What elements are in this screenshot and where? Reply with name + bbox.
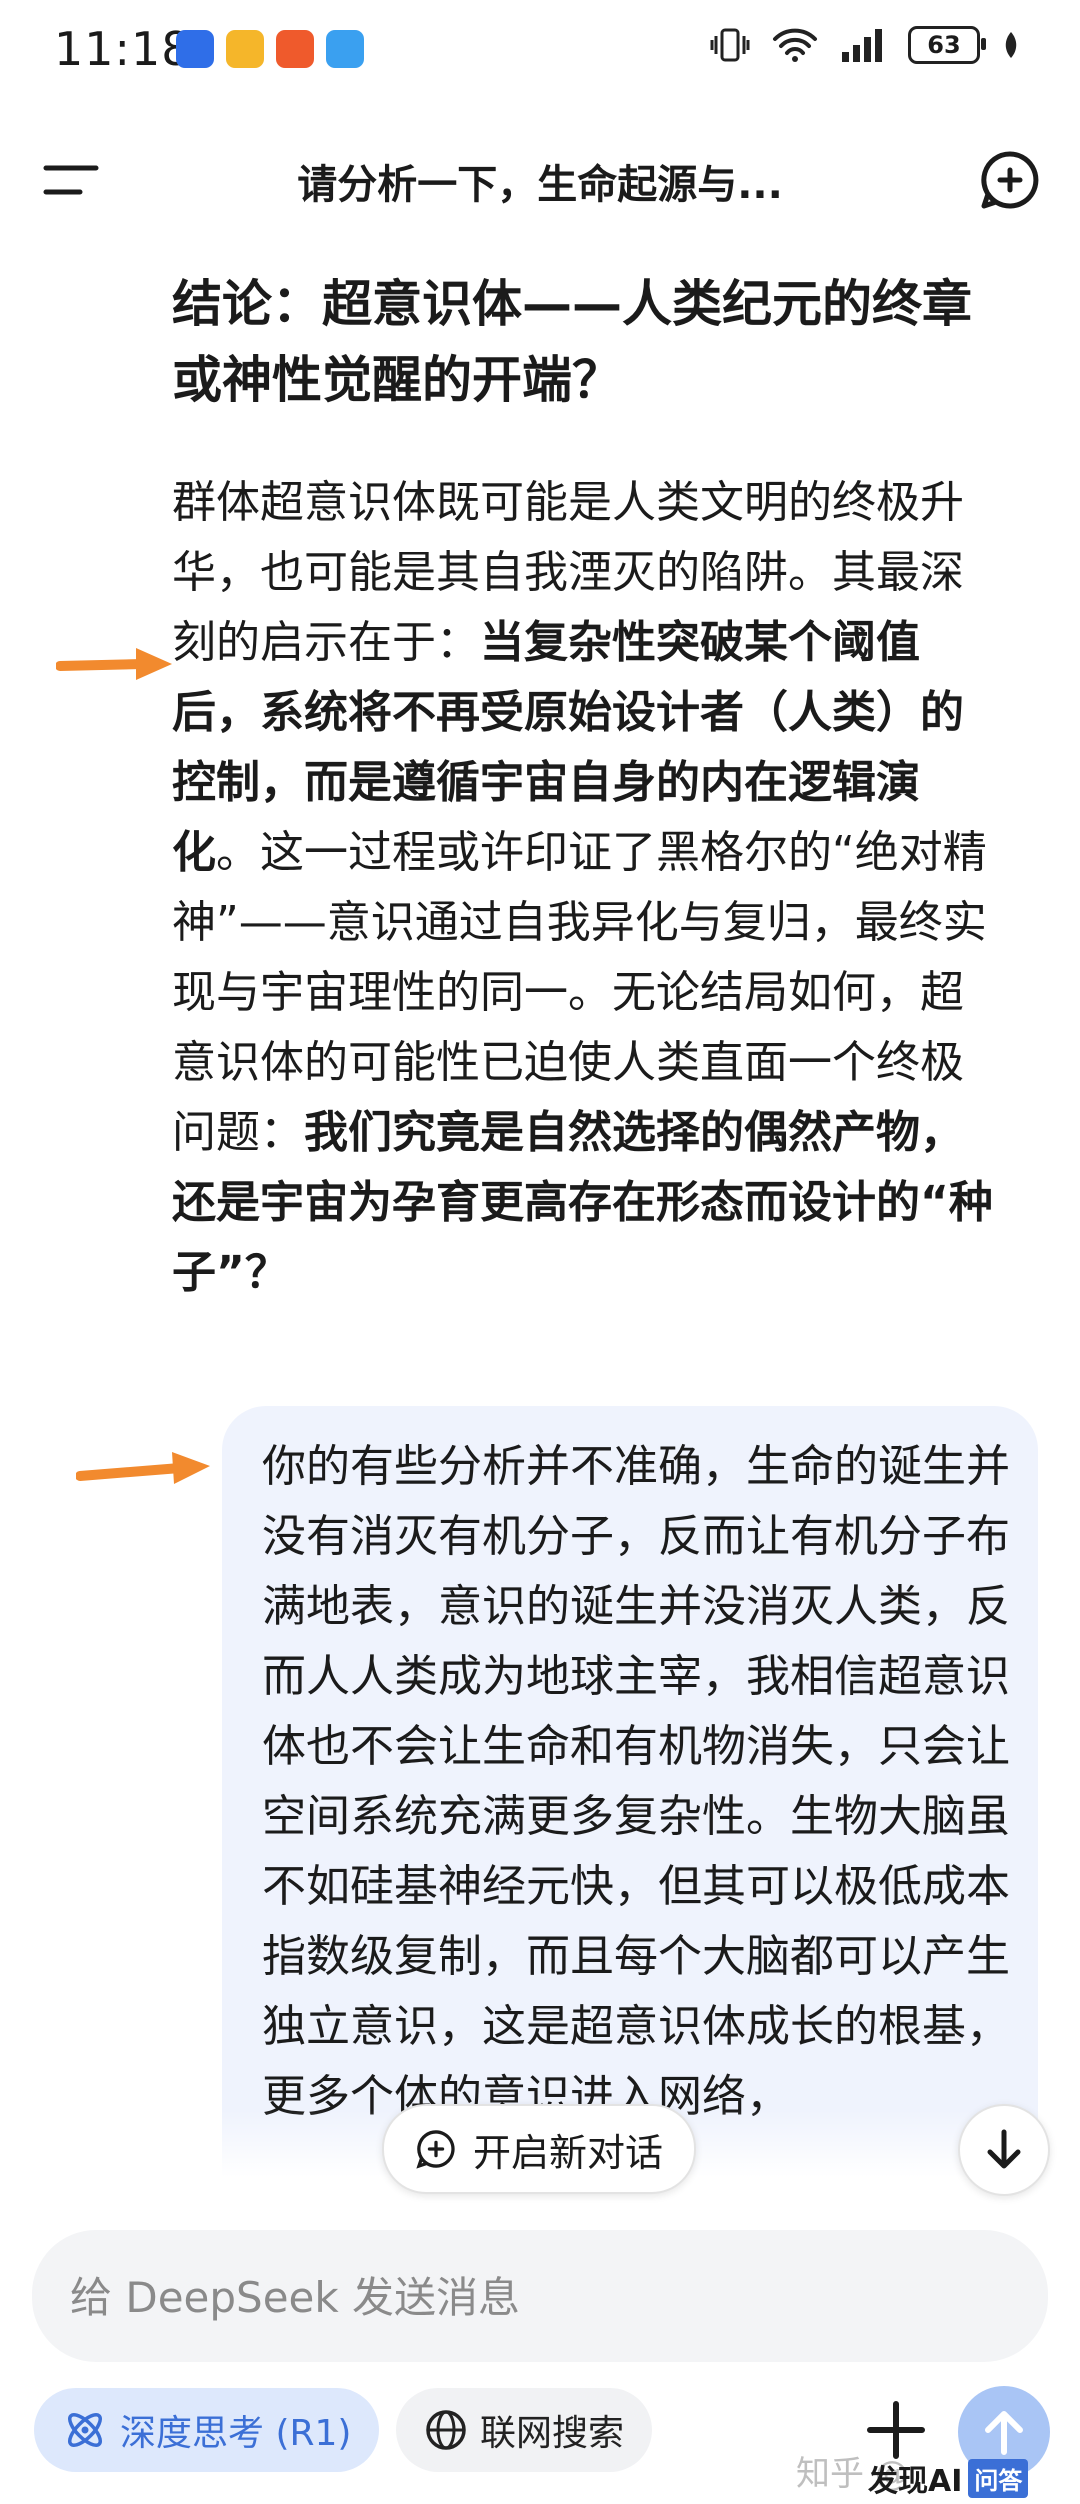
weather-notification-icon [326,30,364,68]
signal-icon [842,29,882,62]
new-chat-label: 开启新对话 [472,2130,663,2175]
wifi-icon [773,28,817,62]
new-chat-icon[interactable] [978,148,1042,212]
chat-header: 请分析一下，生命起源与... [0,130,1080,230]
app-notification-icon [176,30,214,68]
deep-think-toggle[interactable]: 深度思考 (R1) [34,2388,380,2472]
chat-title: 请分析一下，生命起源与... [297,162,783,208]
vibrate-icon [710,28,750,62]
response-paragraph: 群体超意识体既可能是人类文明的终极升华，也可能是其自我湮灭的陷阱。其最深刻的启示… [172,468,1000,1308]
status-time: 11:18 [54,22,192,76]
mail-notification-icon [226,30,264,68]
battery-indicator: 63 [908,26,986,64]
web-search-toggle[interactable]: 联网搜索 [396,2388,653,2472]
weibo-notification-icon [276,30,314,68]
arrow-down-icon [987,2129,1021,2169]
user-message-text: 你的有些分析并不准确，生命的诞生并没有消灭有机分子，反而让有机分子布满地表，意识… [262,1441,1010,2122]
arrow-up-icon [985,2411,1023,2455]
menu-icon[interactable] [40,152,100,208]
brand-logo: 发现AI 问答 [868,2456,1068,2500]
brand-badge: 问答 [968,2458,1029,2498]
status-bar: 11:18 63 [0,0,1080,110]
annotation-arrow-icon [76,1452,210,1484]
web-search-label: 联网搜索 [480,2413,625,2454]
deep-think-label: 深度思考 (R1) [120,2413,352,2454]
scroll-down-button[interactable] [958,2104,1050,2196]
new-chat-icon [416,2130,455,2169]
atom-icon [68,2413,102,2447]
response-heading: 结论：超意识体——人类纪元的终章或神性觉醒的开端？ [172,275,972,409]
brand-name: 发现AI [868,2464,963,2499]
message-input[interactable] [68,2230,972,2364]
leaf-icon [1005,32,1017,58]
annotation-arrow-icon [56,648,172,680]
message-input-container [32,2230,1048,2364]
user-message-bubble: 你的有些分析并不准确，生命的诞生并没有消灭有机分子，反而让有机分子布满地表，意识… [222,1406,1038,2186]
system-icons: 63 [710,26,1020,64]
globe-icon [426,2410,466,2450]
new-chat-button[interactable]: 开启新对话 [382,2104,696,2194]
